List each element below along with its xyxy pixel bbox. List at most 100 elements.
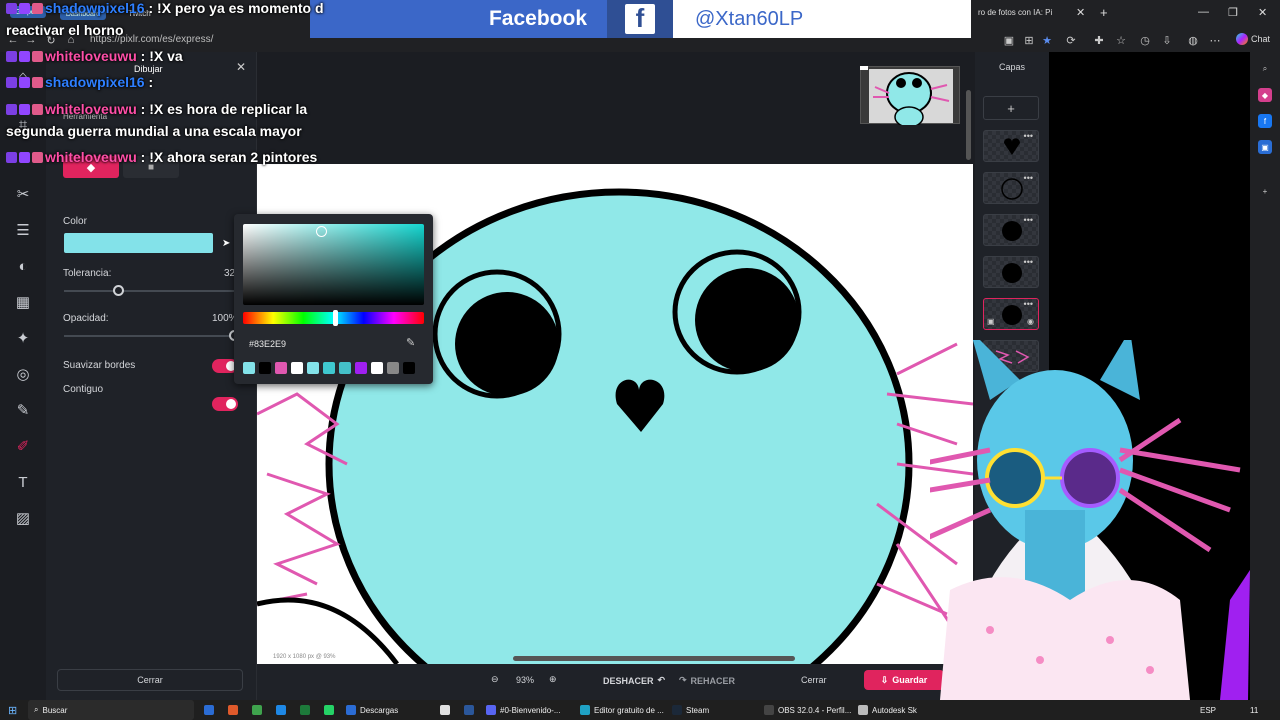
horizontal-scrollbar[interactable] [513,656,795,661]
taskbar-app[interactable] [464,700,474,720]
color-swatch[interactable] [339,362,351,374]
panel-close-button[interactable]: Cerrar [57,669,243,691]
sidebar-app-icon[interactable]: ◆ [1258,88,1272,102]
layer-more-icon[interactable]: ••• [1024,299,1033,309]
layer-more-icon[interactable]: ••• [1024,173,1033,183]
tab-close-icon[interactable]: ✕ [1076,6,1085,19]
opacity-slider[interactable] [64,335,234,337]
zoom-in-button[interactable]: ⊕ [549,674,557,685]
taskbar-item-autodesk[interactable]: Autodesk Sk [858,700,917,720]
saturation-value-field[interactable] [243,224,424,305]
effect-tool-icon[interactable]: ▦ [13,292,33,312]
hex-input[interactable]: #83E2E9 [249,339,286,349]
tolerance-slider[interactable] [64,290,234,292]
more-icon[interactable]: ⋯ [1208,33,1222,47]
color-swatch[interactable] [259,362,271,374]
color-swatch[interactable] [403,362,415,374]
taskbar-item-downloads[interactable]: Descargas [346,700,398,720]
navigator-thumbnail[interactable] [860,66,960,128]
close-button[interactable]: Cerrar [801,675,827,685]
layer-image-icon: ▣ [987,317,995,326]
draw-tool-icon[interactable]: ✐ [13,436,33,456]
sidebar-search-icon[interactable]: ⌕ [1258,62,1272,76]
taskbar-item-browser[interactable]: Editor gratuito de ... [580,700,664,720]
puzzle-icon[interactable]: ✚ [1092,33,1106,47]
layer-item[interactable]: ••• [983,256,1039,288]
adjust-tool-icon[interactable]: ☰ [13,220,33,240]
chat-message: whiteloveuwu : !X va [6,48,183,64]
zoom-out-button[interactable]: ⊖ [491,674,499,685]
taskbar-app[interactable] [228,700,238,720]
eyedropper-icon[interactable]: ✎ [406,336,415,349]
liquify-tool-icon[interactable]: ◎ [13,364,33,384]
color-swatch-button[interactable] [64,233,213,253]
taskbar-item-obs[interactable]: OBS 32.0.4 - Perfil... [764,700,851,720]
layer-item[interactable]: ••• [983,172,1039,204]
sidebar-app2-icon[interactable]: ▣ [1258,140,1272,154]
retouch-tool-icon[interactable]: ✦ [13,328,33,348]
color-swatch[interactable] [243,362,255,374]
maximize-icon[interactable]: ❐ [1228,6,1238,19]
layer-item[interactable]: ••• [983,130,1039,162]
color-swatch[interactable] [323,362,335,374]
hue-handle[interactable] [333,310,338,326]
layer-visibility-icon[interactable]: ◉ [1027,317,1034,326]
start-button[interactable]: ⊞ [8,700,17,720]
pattern-tool-icon[interactable]: ▨ [13,508,33,528]
taskbar-app[interactable] [252,700,262,720]
layer-more-icon[interactable]: ••• [1024,257,1033,267]
layer-item-selected[interactable]: ••• ▣ ◉ [983,298,1039,330]
collections-icon[interactable]: ☆ [1114,33,1128,47]
undo-button[interactable]: DESHACER ↶ [603,675,665,686]
extension-icon[interactable]: ⟳ [1064,33,1078,47]
active-tab-title[interactable]: ro de fotos con IA: Pi [978,8,1072,26]
taskbar-search[interactable]: ⌕ Buscar [28,700,194,720]
add-layer-button[interactable]: + [983,96,1039,120]
translate-icon[interactable]: ⊞ [1022,33,1036,47]
panel-close-icon[interactable]: ✕ [236,60,246,74]
sync-icon[interactable]: ◍ [1186,33,1200,47]
color-swatch[interactable] [307,362,319,374]
taskbar-app[interactable] [204,700,214,720]
window-close-icon[interactable]: ✕ [1258,6,1267,19]
tolerance-slider-knob[interactable] [112,285,124,296]
windows-icon: ⊞ [8,704,18,717]
color-swatch[interactable] [291,362,303,374]
layer-item[interactable]: ••• [983,214,1039,246]
taskbar-item-steam[interactable]: Steam [672,700,709,720]
copilot-button[interactable]: Chat [1236,33,1270,45]
heal-tool-icon[interactable]: ✎ [13,400,33,420]
color-swatch[interactable] [387,362,399,374]
canvas-size-info: 1920 x 1080 px @ 93% [273,654,336,660]
language-indicator[interactable]: ESP [1200,700,1216,720]
taskbar-item-discord[interactable]: #0-Bienvenido-... [486,700,560,720]
color-swatch[interactable] [355,362,367,374]
taskbar-app[interactable] [300,700,310,720]
minimize-icon[interactable]: — [1198,6,1209,18]
taskbar-app[interactable] [276,700,286,720]
sidebar-facebook-icon[interactable]: f [1258,114,1272,128]
color-swatch[interactable] [371,362,383,374]
vertical-scrollbar[interactable] [966,90,971,160]
layer-more-icon[interactable]: ••• [1024,215,1033,225]
cut-tool-icon[interactable]: ✂ [13,184,33,204]
color-swatch[interactable] [275,362,287,374]
chat-username: shadowpixel16 [45,0,145,16]
layer-more-icon[interactable]: ••• [1024,131,1033,141]
downloads-icon[interactable]: ⇩ [1160,33,1174,47]
screenshot-icon[interactable]: ▣ [1002,33,1016,47]
new-tab-icon[interactable]: + [1100,5,1108,20]
favorite-star-icon[interactable]: ★ [1040,33,1054,47]
taskbar-app[interactable] [324,700,334,720]
clock[interactable]: 11 [1250,700,1258,720]
text-tool-icon[interactable]: T [13,472,33,492]
taskbar-app[interactable] [440,700,450,720]
redo-button[interactable]: ↷ REHACER [679,675,735,686]
contiguous-toggle[interactable] [212,397,238,411]
filter-tool-icon[interactable]: ◐ [13,256,33,276]
saturation-handle[interactable] [316,226,327,237]
history-icon[interactable]: ◷ [1138,33,1152,47]
whatsapp-icon [324,705,334,715]
chat-separator: : [136,149,150,165]
sidebar-add-icon[interactable]: + [1258,184,1272,198]
